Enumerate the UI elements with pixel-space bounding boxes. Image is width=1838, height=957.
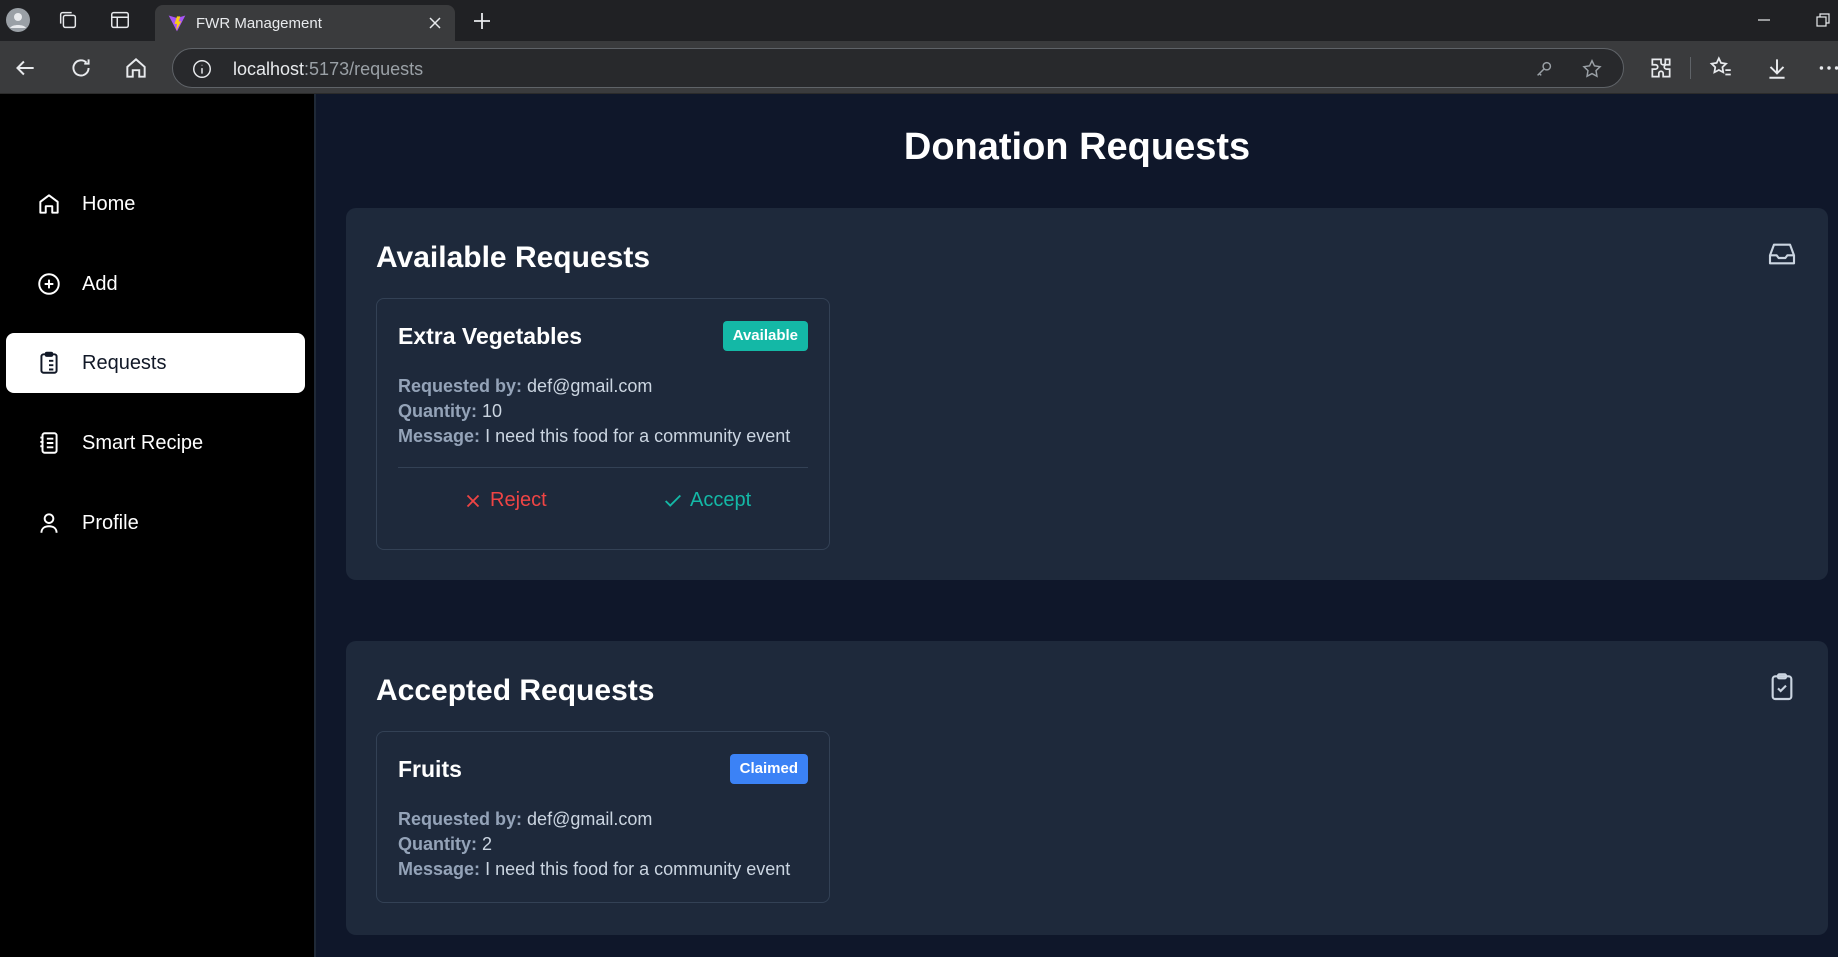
available-requests-heading: Available Requests	[376, 241, 650, 274]
profile-avatar-icon[interactable]	[6, 8, 30, 32]
url-text[interactable]: localhost:5173/requests	[233, 59, 423, 80]
favorites-icon[interactable]	[1708, 55, 1734, 81]
browser-tab-bar: FWR Management	[0, 0, 1838, 41]
card-actions: Reject Accept	[377, 489, 829, 519]
sidebar-item-label: Add	[82, 272, 118, 295]
status-badge: Available	[722, 321, 808, 351]
password-key-icon[interactable]	[1533, 58, 1555, 80]
main-content: Donation Requests Available Requests Ext…	[316, 94, 1838, 957]
message-row: Message: I need this food for a communit…	[398, 859, 791, 879]
sidebar-item-label: Profile	[82, 511, 139, 534]
download-icon[interactable]	[1764, 55, 1790, 81]
request-name: Fruits	[398, 756, 462, 782]
request-name: Extra Vegetables	[398, 323, 583, 349]
favorite-star-icon[interactable]	[1581, 58, 1603, 80]
home-browser-icon[interactable]	[123, 55, 149, 81]
close-tab-icon[interactable]	[425, 13, 445, 33]
collections-icon[interactable]	[56, 8, 80, 32]
more-options-icon[interactable]	[1816, 55, 1838, 81]
requested-by-row: Requested by: def@gmail.com	[398, 809, 653, 829]
sidebar-item-requests[interactable]: Requests	[6, 333, 305, 393]
site-info-icon[interactable]	[191, 58, 213, 80]
quantity-row: Quantity: 10	[398, 401, 503, 421]
request-card: Fruits Claimed Requested by: def@gmail.c…	[376, 731, 830, 903]
sidebar-item-profile[interactable]: Profile	[6, 493, 305, 553]
accept-button[interactable]: Accept	[662, 489, 751, 512]
browser-tab[interactable]: FWR Management	[155, 5, 455, 41]
status-badge: Claimed	[729, 754, 808, 784]
extensions-icon[interactable]	[1648, 55, 1674, 81]
accepted-requests-heading: Accepted Requests	[376, 674, 655, 707]
new-tab-icon[interactable]	[470, 9, 494, 33]
available-requests-section: Available Requests Extra Vegetables Avai…	[346, 208, 1828, 580]
card-divider	[398, 467, 808, 468]
refresh-icon[interactable]	[68, 55, 94, 81]
page-title: Donation Requests	[903, 126, 1251, 168]
x-icon	[466, 494, 480, 507]
sidebar-item-label: Requests	[82, 351, 167, 374]
sidebar: Home Add Requests Smart Recipe Profile	[0, 94, 316, 957]
clipboard-check-icon	[1771, 673, 1793, 701]
accepted-requests-section: Accepted Requests Fruits Claimed Request…	[346, 641, 1828, 935]
restore-icon[interactable]	[1812, 10, 1832, 30]
sidebar-item-label: Smart Recipe	[82, 431, 204, 454]
clipboard-list-icon	[40, 351, 58, 374]
sidebar-item-smart-recipe[interactable]: Smart Recipe	[6, 413, 305, 473]
toolbar-divider	[1690, 57, 1691, 79]
request-card: Extra Vegetables Available Requested by:…	[376, 298, 830, 550]
minimize-icon[interactable]	[1754, 10, 1774, 30]
check-icon	[665, 494, 681, 507]
requested-by-row: Requested by: def@gmail.com	[398, 376, 653, 396]
plus-circle-icon	[38, 273, 60, 295]
user-icon	[40, 513, 58, 533]
sidebar-item-label: Home	[82, 192, 136, 215]
message-row: Message: I need this food for a communit…	[398, 426, 791, 446]
url-bar[interactable]: localhost:5173/requests	[172, 48, 1624, 88]
home-icon	[39, 194, 59, 214]
quantity-row: Quantity: 2	[398, 834, 493, 854]
address-bar: localhost:5173/requests	[0, 41, 1838, 94]
reject-button[interactable]: Reject	[462, 489, 547, 512]
vite-logo-icon	[168, 15, 186, 32]
back-icon[interactable]	[12, 55, 38, 81]
sidebar-item-add[interactable]: Add	[6, 254, 305, 314]
tab-title: FWR Management	[196, 15, 322, 32]
tab-actions-icon[interactable]	[108, 8, 132, 32]
inbox-icon	[1768, 243, 1796, 265]
sidebar-item-home[interactable]: Home	[6, 174, 305, 234]
notebook-icon	[40, 432, 58, 454]
